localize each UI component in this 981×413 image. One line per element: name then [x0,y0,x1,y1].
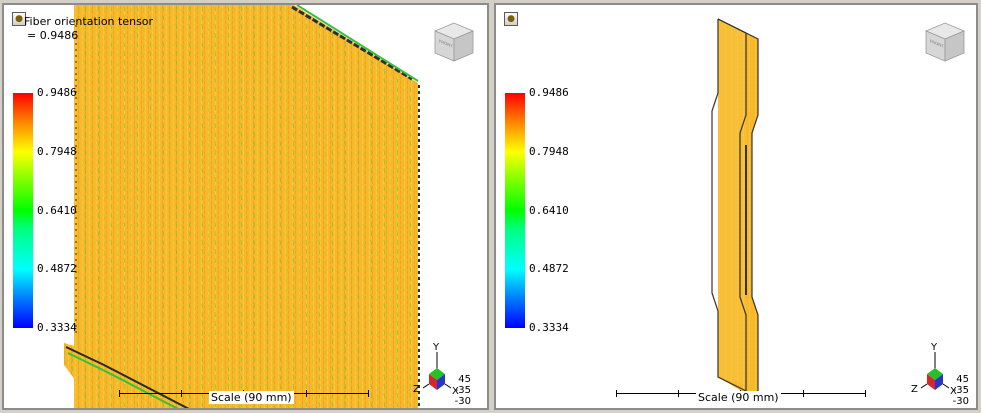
fiber-orientation-part-model [64,5,420,408]
orientation-value-1: 45 [956,374,969,385]
legend-label-min: 0.3334 [529,321,569,334]
orientation-value-3: -30 [952,396,969,407]
legend-label-max: 0.9486 [37,86,77,99]
view-cube-icon[interactable]: FRONT [431,19,477,65]
axis-y-label: Y [931,342,938,353]
axis-triad: Y Z X 45 -35 -30 [911,334,971,407]
legend-label-4: 0.4872 [529,262,569,276]
legend-label-min: 0.3334 [37,321,77,334]
legend-label-3: 0.6410 [37,203,77,217]
orientation-readout: 45 -35 -30 [947,374,969,407]
lock-icon[interactable]: ● [504,12,518,26]
orientation-value-3: -30 [454,396,471,407]
orientation-value-2: -35 [952,385,969,396]
axis-z-label: Z [413,384,420,395]
legend-label-3: 0.6410 [529,203,569,217]
left-viewport[interactable]: ● Fiber orientation tensor = 0.9486 0.948… [2,3,489,410]
scale-label: Scale (90 mm) [209,391,294,404]
right-viewport[interactable]: ● 0.9486 0.7948 0.6410 0.4872 0.3334 FRO… [494,3,978,410]
orientation-value-1: 45 [458,374,471,385]
axis-z-label: Z [911,384,918,395]
axis-y-label: Y [433,342,440,353]
result-title: Fiber orientation tensor = 0.9486 [24,15,153,43]
legend-label-max: 0.9486 [529,86,569,99]
legend-label-4: 0.4872 [37,262,77,276]
legend-label-2: 0.7948 [37,144,77,158]
orientation-value-2: -35 [454,385,471,396]
legend-color-bar [505,93,525,328]
scale-label: Scale (90 mm) [696,391,781,404]
orientation-readout: 45 -35 -30 [449,374,471,407]
view-cube-icon[interactable]: FRONT [922,19,968,65]
axis-triad: Y Z X 45 -35 -30 [413,334,473,407]
result-title-text: Fiber orientation tensor [24,15,154,28]
legend-color-bar [13,93,33,328]
legend-label-2: 0.7948 [529,144,569,158]
result-value: = 0.9486 [27,29,79,42]
